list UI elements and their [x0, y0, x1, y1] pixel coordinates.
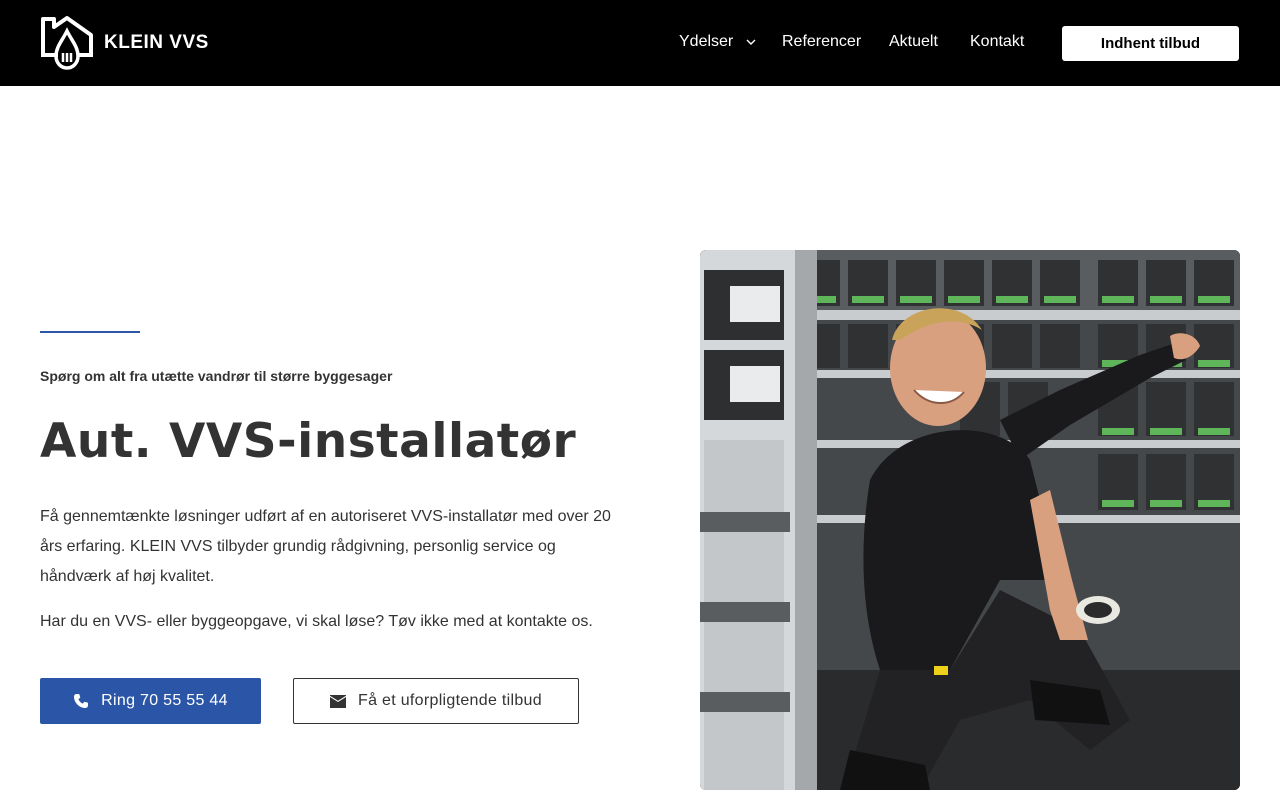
hero-kicker: Spørg om alt fra utætte vandrør til stør… [40, 368, 393, 384]
site-header: KLEIN VVS Ydelser Referencer Aktuelt Kon… [0, 0, 1280, 86]
hero-paragraph: Få gennemtænkte løsninger udført af en a… [40, 508, 611, 585]
call-button-label: Ring 70 55 55 44 [101, 692, 228, 709]
plumber-photo [700, 250, 1240, 790]
accent-divider [40, 331, 140, 333]
nav-item-aktuelt[interactable]: Aktuelt [889, 33, 938, 51]
house-logo-icon [41, 16, 93, 70]
nav-item-label: Ydelser [679, 33, 734, 51]
nav-item-label: Aktuelt [889, 33, 938, 50]
nav-item-kontakt[interactable]: Kontakt [970, 33, 1024, 51]
logo-text: KLEIN VVS [104, 32, 209, 53]
logo[interactable]: KLEIN VVS [40, 14, 209, 72]
hero-paragraph-contact: Har du en VVS- eller byggeopgave, vi ska… [40, 613, 593, 630]
photo-illustration [700, 250, 1240, 790]
phone-icon [73, 693, 89, 709]
nav-item-label: Kontakt [970, 33, 1025, 50]
request-quote-button[interactable]: Indhent tilbud [1062, 26, 1239, 61]
page-title: Aut. VVS-installatør [40, 414, 577, 469]
envelope-icon [330, 694, 347, 708]
call-button[interactable]: Ring 70 55 55 44 [40, 678, 261, 724]
chevron-down-icon [746, 33, 756, 51]
nav-item-label: Referencer [782, 33, 862, 50]
quote-button[interactable]: Få et uforpligtende tilbud [293, 678, 579, 724]
nav-item-referencer[interactable]: Referencer [782, 33, 861, 51]
quote-button-label: Få et uforpligtende tilbud [358, 692, 542, 709]
nav-item-ydelser[interactable]: Ydelser [679, 33, 756, 51]
